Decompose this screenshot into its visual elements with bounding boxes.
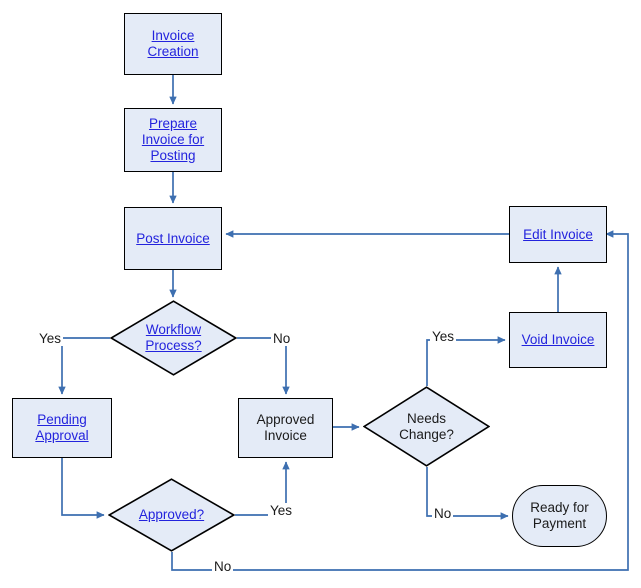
edge-label-yes-needs-change: Yes bbox=[430, 329, 457, 344]
edge-label-yes-workflow: Yes bbox=[37, 331, 64, 346]
edge-label-yes-approved: Yes bbox=[268, 503, 295, 518]
node-needs-change[interactable]: Needs Change? bbox=[363, 386, 490, 467]
node-label: Invoice Creation bbox=[147, 28, 199, 59]
node-label: Approved Invoice bbox=[256, 412, 315, 443]
node-approved-question[interactable]: Approved? bbox=[108, 478, 235, 552]
edge-needs-change-yes-to-void bbox=[426, 336, 506, 386]
node-post-invoice[interactable]: Post Invoice bbox=[124, 207, 222, 270]
node-ready-for-payment[interactable]: Ready for Payment bbox=[512, 485, 607, 547]
node-label: Post Invoice bbox=[136, 230, 210, 246]
edge-workflow-yes-to-pending bbox=[58, 337, 110, 395]
edge-label-no-approved: No bbox=[212, 559, 234, 574]
node-label: Void Invoice bbox=[521, 332, 595, 347]
node-label: Approved? bbox=[138, 507, 205, 522]
node-workflow-process[interactable]: Workflow Process? bbox=[110, 300, 237, 376]
edge-label-no-needs-change: No bbox=[432, 506, 454, 521]
node-label: Edit Invoice bbox=[523, 226, 593, 242]
node-prepare-invoice-for-posting[interactable]: Prepare Invoice for Posting bbox=[124, 108, 222, 172]
node-label: Prepare Invoice for Posting bbox=[141, 116, 205, 163]
node-invoice-creation[interactable]: Invoice Creation bbox=[124, 13, 222, 75]
node-approved-invoice[interactable]: Approved Invoice bbox=[238, 398, 333, 458]
node-label: Needs Change? bbox=[399, 410, 454, 442]
edge-pending-to-approved-question bbox=[61, 458, 105, 519]
edge-label-no-workflow: No bbox=[271, 331, 293, 346]
node-void-invoice[interactable]: Void Invoice bbox=[509, 312, 607, 368]
edge-workflow-no-to-approved-invoice bbox=[237, 337, 290, 395]
node-label: Ready for Payment bbox=[530, 500, 589, 531]
node-edit-invoice[interactable]: Edit Invoice bbox=[509, 206, 607, 263]
node-pending-approval[interactable]: Pending Approval bbox=[12, 398, 112, 458]
flowchart-canvas: Invoice Creation Prepare Invoice for Pos… bbox=[0, 0, 641, 588]
node-label: Pending Approval bbox=[35, 412, 89, 443]
node-label: Workflow Process? bbox=[145, 322, 202, 353]
